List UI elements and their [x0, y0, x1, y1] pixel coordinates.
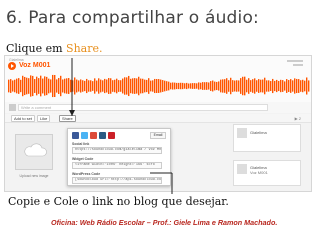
- footer-credit: Oficina: Web Rádio Escolar – Prof.: Giel…: [51, 218, 278, 227]
- callout-copy-instruction: Copie e Cole o link no blog que desejar.: [8, 195, 229, 208]
